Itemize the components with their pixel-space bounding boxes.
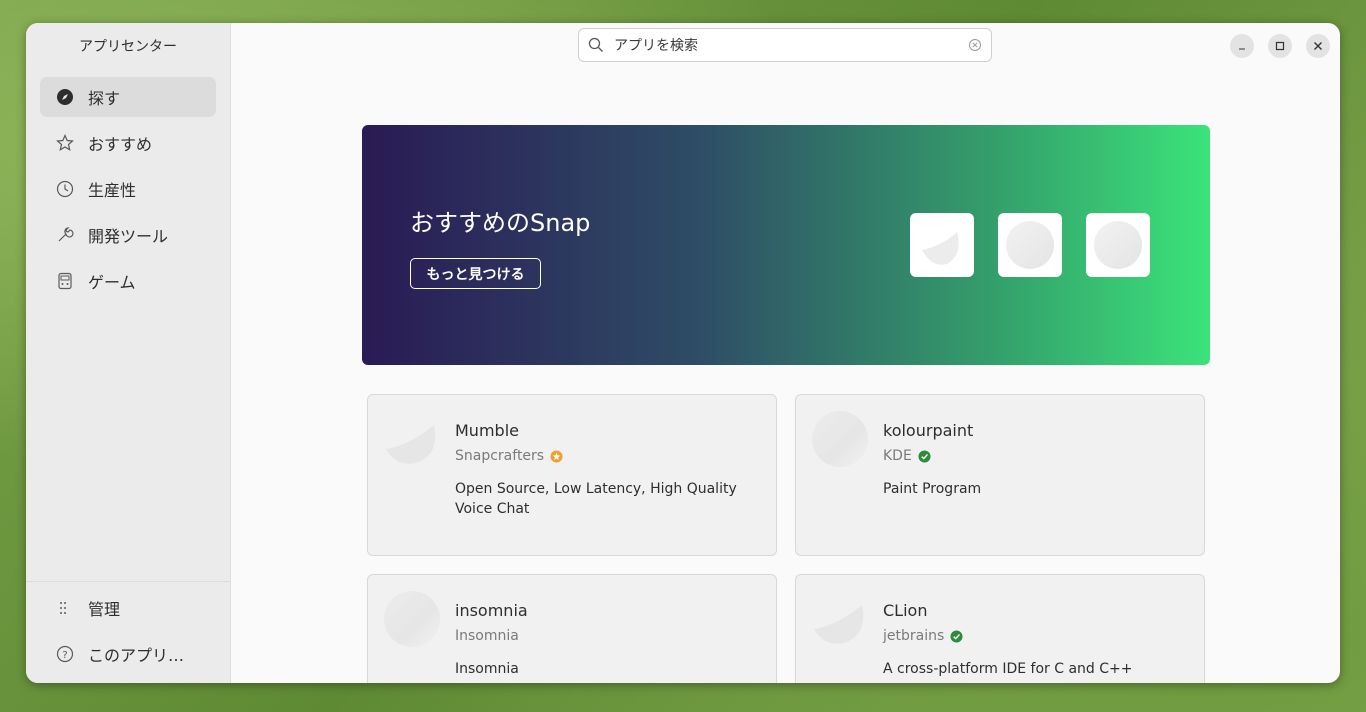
- wrench-icon: [56, 226, 74, 244]
- sidebar-item-productivity[interactable]: 生産性: [40, 169, 216, 209]
- sidebar-item-label: このアプリ…: [88, 646, 185, 665]
- app-publisher: KDE: [883, 448, 931, 464]
- close-icon: [1314, 42, 1322, 50]
- sidebar-item-label: 開発ツール: [88, 227, 169, 246]
- banner-title: おすすめのSnap: [410, 209, 591, 237]
- sidebar-item-label: 管理: [88, 600, 121, 619]
- search-box[interactable]: [578, 28, 992, 62]
- app-description: Insomnia: [455, 661, 519, 677]
- featured-app-2[interactable]: [998, 213, 1062, 277]
- app-publisher: Snapcrafters: [455, 448, 563, 464]
- search-icon: [588, 37, 603, 52]
- compass-icon: [56, 88, 74, 106]
- app-placeholder-icon: [1094, 221, 1142, 269]
- sidebar: アプリセンター 探す おすすめ 生産性 開発ツール ゲーム 管理 ? このアプリ…: [26, 23, 231, 683]
- app-card-kolourpaint[interactable]: kolourpaint KDE Paint Program: [795, 394, 1205, 556]
- sidebar-bottom: 管理 ? このアプリ…: [26, 581, 230, 680]
- sidebar-item-games[interactable]: ゲーム: [40, 261, 216, 301]
- sidebar-item-recommended[interactable]: おすすめ: [40, 123, 216, 163]
- app-publisher: jetbrains: [883, 628, 963, 644]
- sidebar-item-manage[interactable]: 管理: [40, 588, 216, 628]
- app-placeholder-icon: [922, 232, 959, 265]
- main-content: おすすめのSnap もっと見つける Mumble Snapcrafters Op…: [231, 23, 1340, 683]
- featured-app-3[interactable]: [1086, 213, 1150, 277]
- app-placeholder-icon: [814, 605, 864, 644]
- app-name: Mumble: [455, 421, 519, 440]
- verified-badge-icon: [918, 449, 931, 463]
- discover-more-button[interactable]: もっと見つける: [410, 258, 541, 289]
- publisher-name: Insomnia: [455, 628, 519, 644]
- app-window: アプリセンター 探す おすすめ 生産性 開発ツール ゲーム 管理 ? このアプリ…: [26, 23, 1340, 683]
- app-card-mumble[interactable]: Mumble Snapcrafters Open Source, Low Lat…: [367, 394, 777, 556]
- clock-icon: [56, 180, 74, 198]
- sidebar-item-about[interactable]: ? このアプリ…: [40, 634, 216, 674]
- app-placeholder-icon: [812, 411, 868, 467]
- help-icon: ?: [56, 645, 74, 663]
- clear-icon[interactable]: [968, 38, 982, 52]
- minimize-icon: [1239, 48, 1245, 50]
- close-button[interactable]: [1306, 34, 1330, 58]
- app-placeholder-icon: [384, 591, 440, 647]
- app-description: Paint Program: [883, 481, 982, 497]
- sidebar-item-label: 生産性: [88, 181, 137, 200]
- maximize-icon: [1275, 41, 1285, 51]
- minimize-button[interactable]: [1230, 34, 1254, 58]
- gamepad-icon: [56, 272, 74, 290]
- publisher-name: KDE: [883, 448, 912, 464]
- publisher-name: jetbrains: [883, 628, 945, 644]
- svg-text:?: ?: [62, 650, 67, 661]
- app-placeholder-icon: [1006, 221, 1054, 269]
- star-developer-badge-icon: [550, 449, 563, 463]
- app-name: kolourpaint: [883, 421, 974, 440]
- publisher-name: Snapcrafters: [455, 448, 545, 464]
- app-description: Open Source, Low Latency, High Quality V…: [455, 481, 737, 517]
- sidebar-item-label: おすすめ: [88, 135, 153, 154]
- app-name: CLion: [883, 601, 928, 620]
- featured-app-1[interactable]: [910, 213, 974, 277]
- app-publisher: Insomnia: [455, 628, 519, 644]
- search-input[interactable]: [612, 36, 968, 54]
- sidebar-item-label: 探す: [88, 89, 121, 108]
- featured-banner: おすすめのSnap もっと見つける: [362, 125, 1210, 365]
- app-card-insomnia[interactable]: insomnia Insomnia Insomnia: [367, 574, 777, 683]
- sidebar-item-explore[interactable]: 探す: [40, 77, 216, 117]
- app-description: A cross-platform IDE for C and C++: [883, 661, 1133, 677]
- maximize-button[interactable]: [1268, 34, 1292, 58]
- app-placeholder-icon: [386, 425, 436, 464]
- star-icon: [56, 134, 74, 152]
- grid-icon: [56, 599, 74, 617]
- sidebar-item-developer-tools[interactable]: 開発ツール: [40, 215, 216, 255]
- sidebar-item-label: ゲーム: [88, 273, 136, 292]
- app-card-clion[interactable]: CLion jetbrains A cross-platform IDE for…: [795, 574, 1205, 683]
- app-name: insomnia: [455, 601, 528, 620]
- app-title: アプリセンター: [79, 39, 177, 55]
- verified-badge-icon: [950, 629, 963, 643]
- sidebar-nav: 探す おすすめ 生産性 開発ツール ゲーム: [40, 77, 216, 307]
